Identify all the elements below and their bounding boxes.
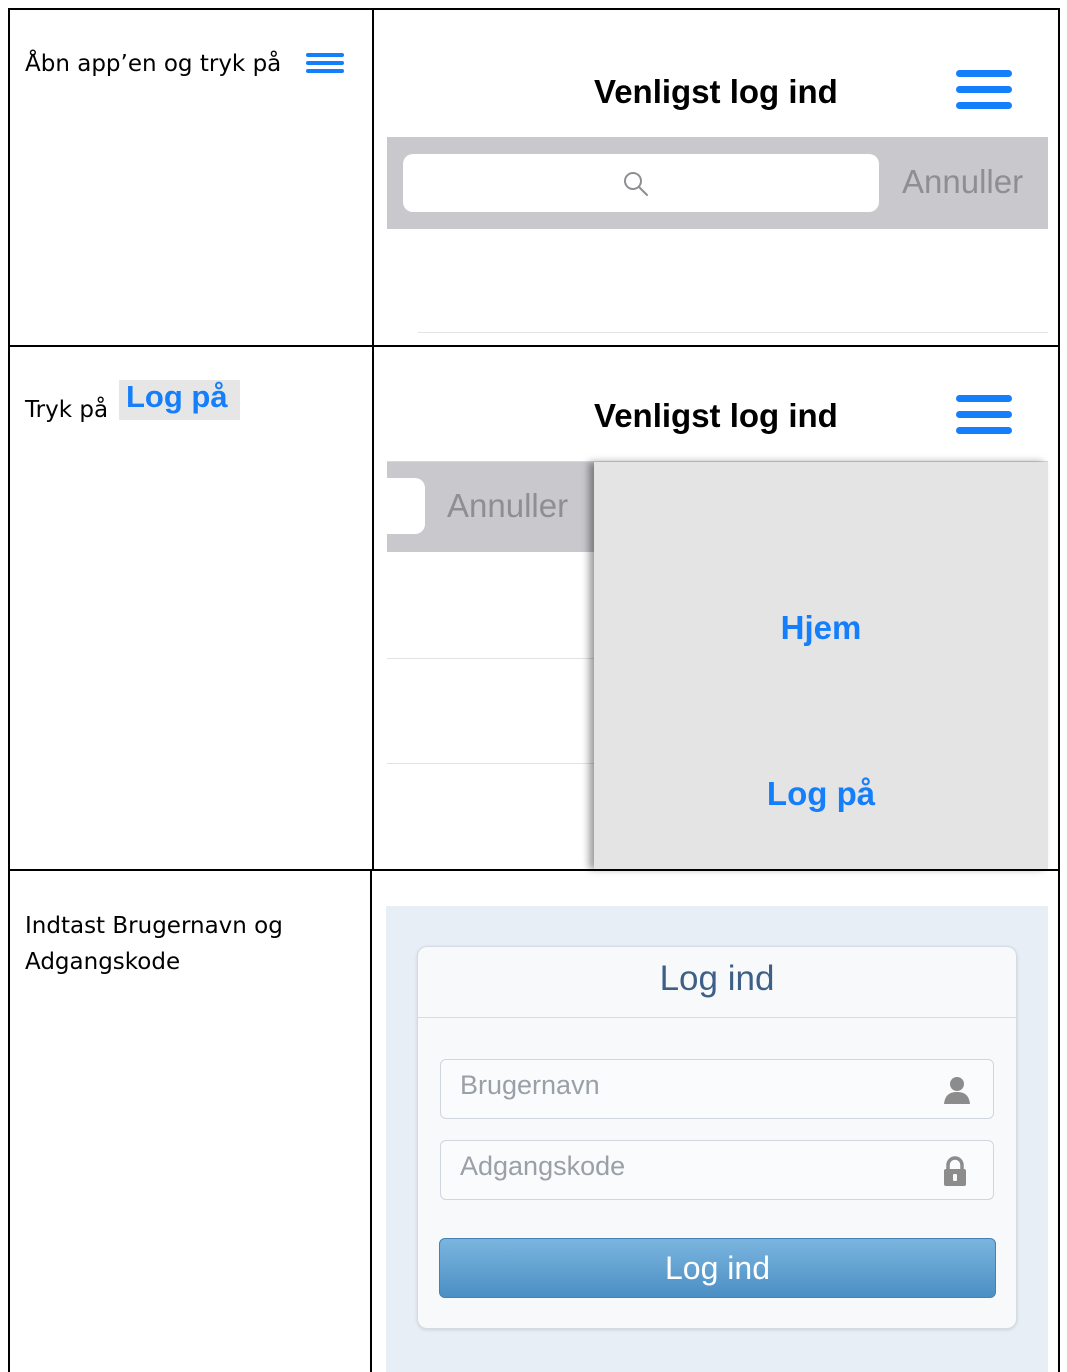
password-placeholder: Adgangskode [460,1151,626,1181]
list-separator [387,763,594,764]
menu-item-home[interactable]: Hjem [594,609,1048,647]
page-title: Venligst log ind [594,397,838,434]
search-input[interactable] [403,154,879,212]
instruction-step-1: Åbn app’en og tryk på [25,46,281,82]
row-divider [8,869,1060,871]
login-button[interactable]: Log ind [439,1238,996,1298]
column-divider [372,8,374,870]
instruction-text: Tryk på [25,397,109,423]
instruction-text: Indtast Brugernavn og Adgangskode [25,913,283,975]
search-icon [624,172,648,196]
cancel-button[interactable]: Annuller [902,163,1023,201]
user-icon [944,1077,970,1104]
instruction-text: Åbn app’en og tryk på [25,51,282,77]
hamburger-menu-icon[interactable] [956,395,1012,435]
instruction-step-3: Indtast Brugernavn og Adgangskode [25,908,345,980]
list-separator [418,332,1048,333]
search-input[interactable] [387,478,425,534]
menu-item-login[interactable]: Log på [594,775,1048,813]
column-divider [370,870,372,1372]
username-field[interactable]: Brugernavn [440,1059,994,1119]
side-menu: Hjem Log på [594,462,1048,869]
card-separator [418,1017,1016,1018]
page-title: Venligst log ind [594,73,838,110]
hamburger-menu-icon [306,53,344,73]
row-divider [8,345,1060,347]
password-field[interactable]: Adgangskode [440,1140,994,1200]
hamburger-menu-icon[interactable] [956,70,1012,110]
list-separator [387,658,594,659]
username-placeholder: Brugernavn [460,1070,600,1100]
login-card-title: Log ind [659,959,775,998]
login-card: Log ind Brugernavn Adgangskode Log ind [417,946,1017,1329]
highlighted-label: Log på [119,379,240,420]
instruction-step-2: Tryk på [25,392,108,428]
lock-icon [944,1156,966,1186]
log-paa-label: Log på [126,379,228,414]
cancel-button[interactable]: Annuller [447,487,568,525]
